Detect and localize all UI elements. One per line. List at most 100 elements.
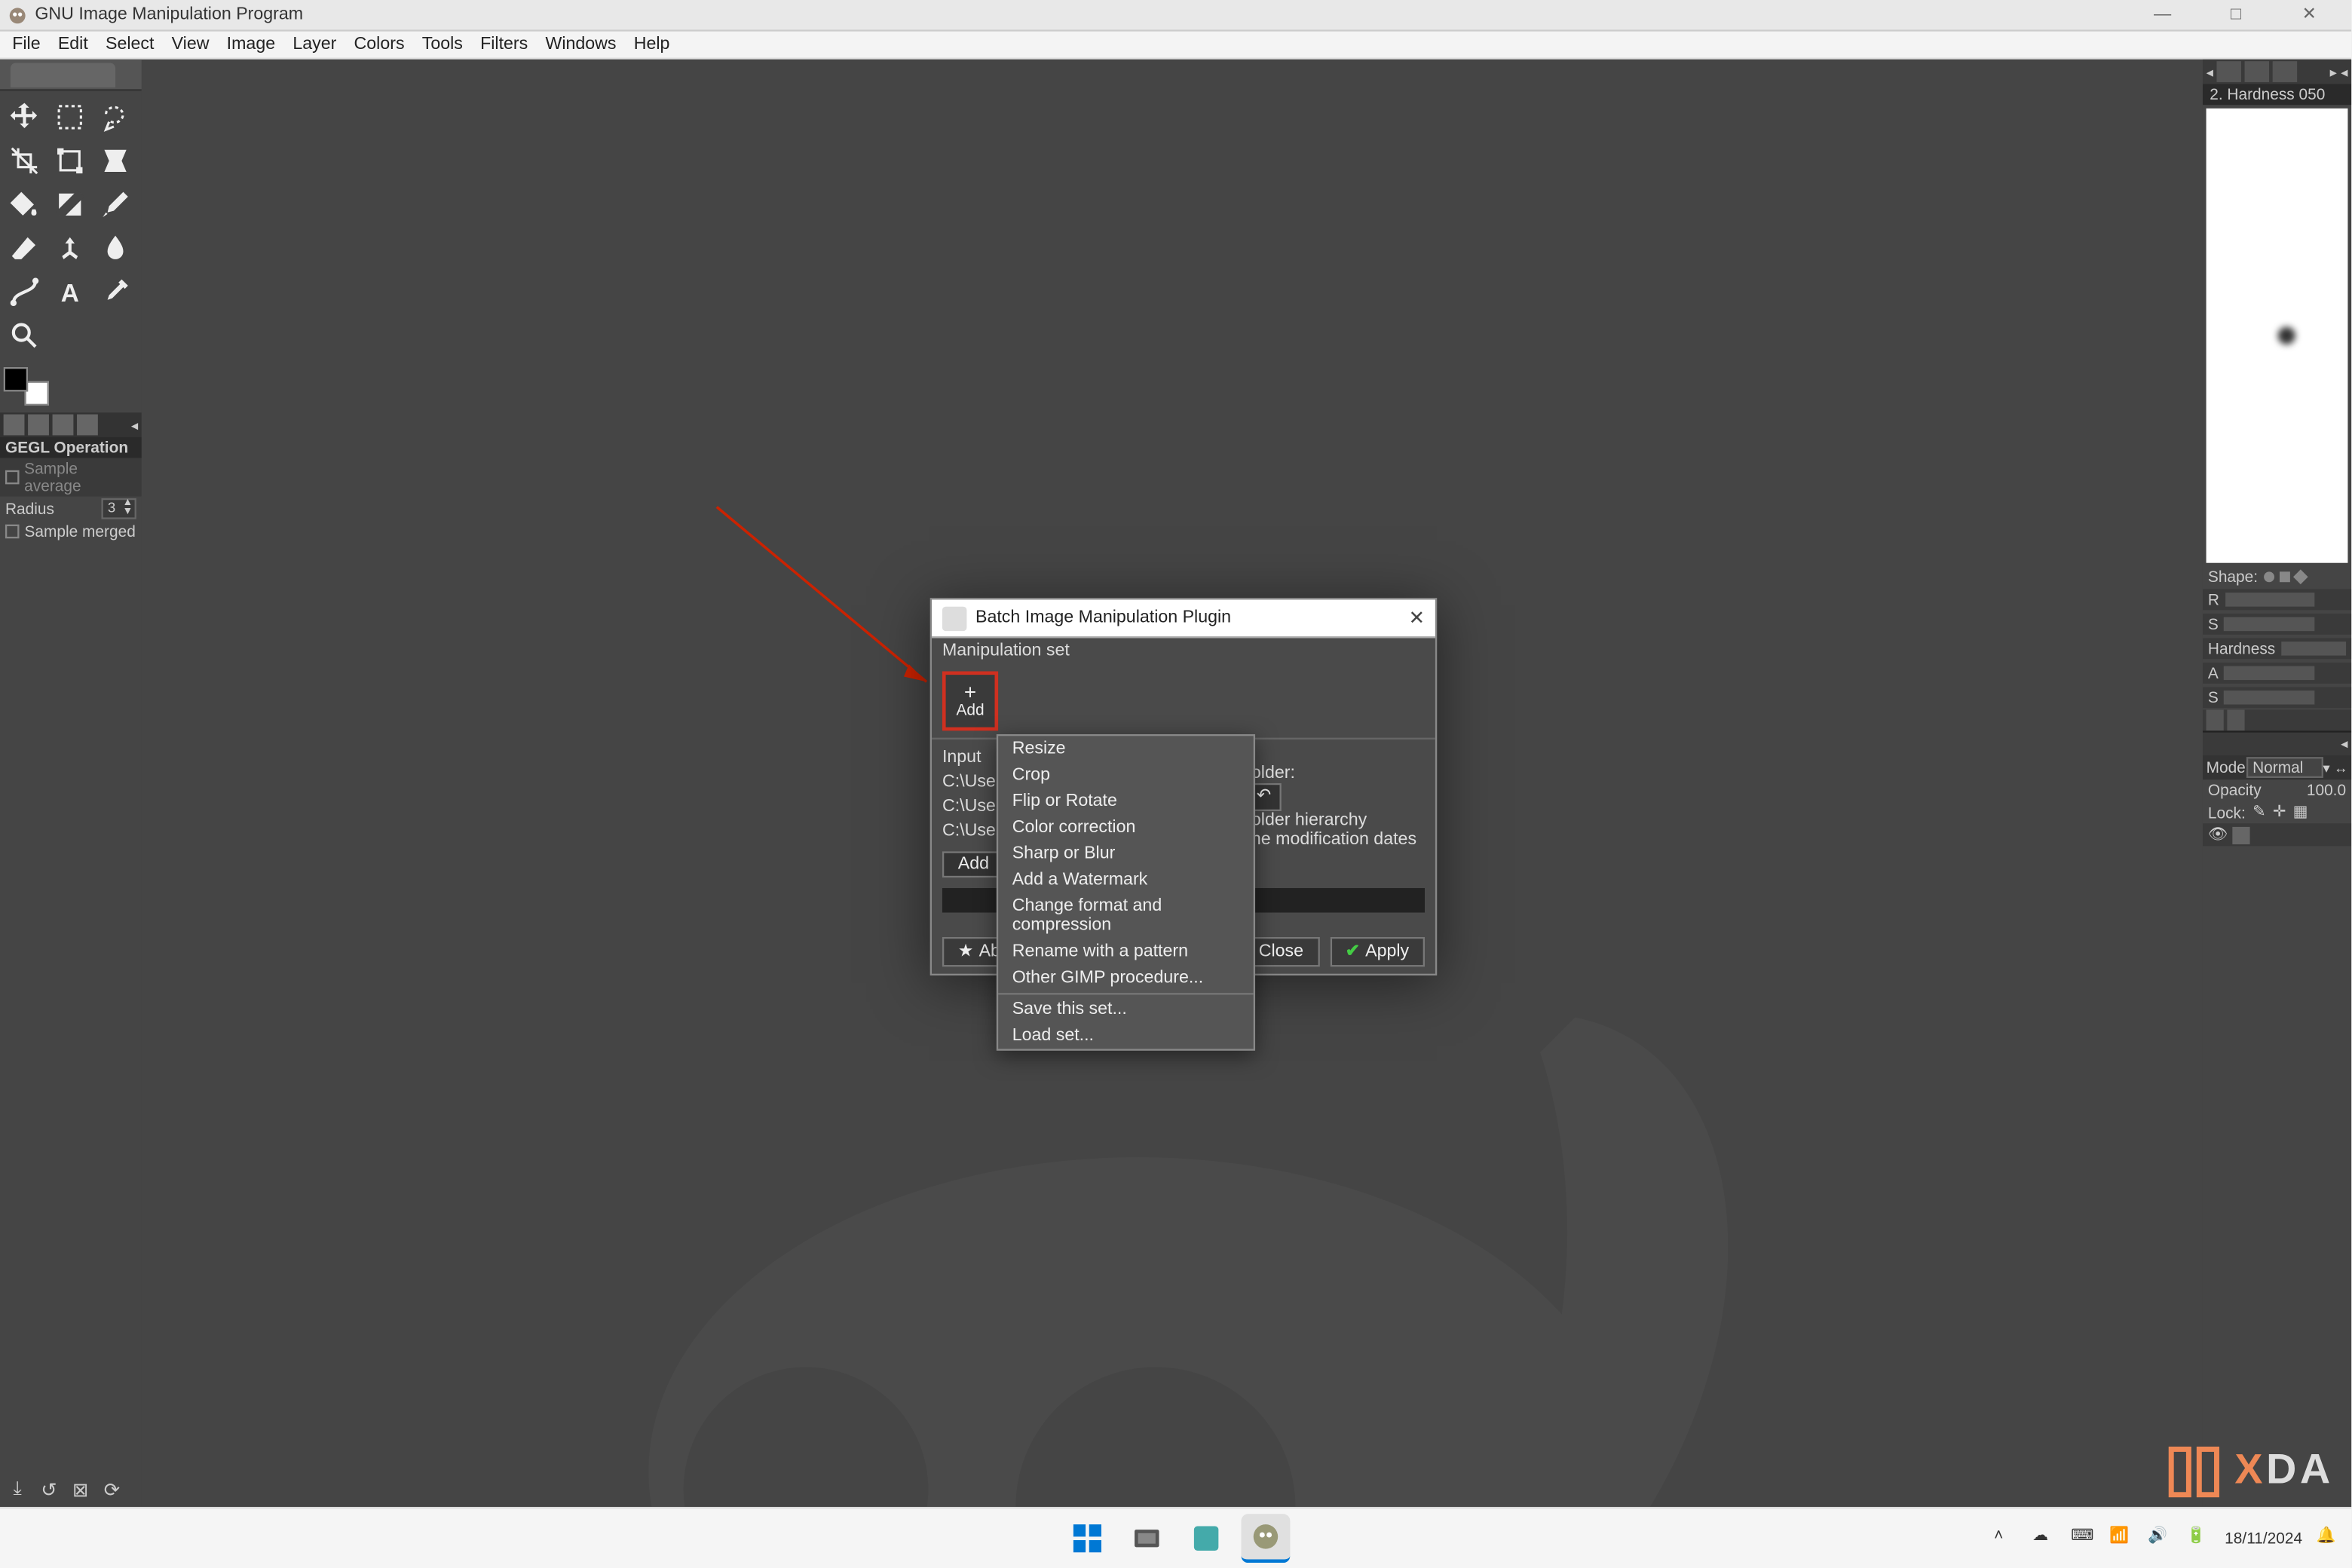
toolbox: A: [0, 91, 142, 360]
menu-layer[interactable]: Layer: [284, 35, 345, 54]
dialog-titlebar[interactable]: Batch Image Manipulation Plugin ✕: [932, 599, 1435, 638]
bg-color[interactable]: [24, 381, 48, 406]
menu-select[interactable]: Select: [96, 35, 163, 54]
layer-item[interactable]: 👁: [2203, 823, 2351, 846]
sample-merged-check[interactable]: [5, 525, 20, 539]
menu-flip-rotate[interactable]: Flip or Rotate: [998, 789, 1254, 815]
warp-tool[interactable]: [93, 138, 138, 182]
menu-windows[interactable]: Windows: [537, 35, 625, 54]
reset-options-icon[interactable]: ⟳: [100, 1478, 124, 1502]
tray-onedrive-icon[interactable]: ☁: [2032, 1526, 2056, 1550]
menu-rename[interactable]: Rename with a pattern: [998, 939, 1254, 965]
radius-label: Radius: [5, 500, 54, 517]
lock-pixels-icon[interactable]: ✎: [2252, 802, 2266, 822]
tray-chevron-icon[interactable]: ˄: [1994, 1526, 2018, 1550]
tray-language-icon[interactable]: ⌨: [2071, 1526, 2095, 1550]
window-title: GNU Image Manipulation Program: [35, 5, 2138, 25]
radius-spinbox[interactable]: 3 ▲▼: [101, 498, 136, 519]
taskbar-app-1[interactable]: [1181, 1514, 1230, 1563]
gimp-icon: [7, 5, 28, 26]
color-swatch[interactable]: [4, 367, 57, 406]
color-picker-tool[interactable]: [93, 269, 138, 313]
window-titlebar: GNU Image Manipulation Program — □ ✕: [0, 0, 2351, 32]
maximize-button[interactable]: □: [2212, 5, 2261, 25]
add-manipulation-menu: Resize Crop Flip or Rotate Color correct…: [997, 734, 1255, 1051]
sample-average-label: Sample average: [24, 460, 136, 495]
menu-color-correction[interactable]: Color correction: [998, 815, 1254, 841]
menu-help[interactable]: Help: [625, 35, 678, 54]
fg-color[interactable]: [4, 367, 28, 391]
tray-notifications-icon[interactable]: 🔔: [2317, 1526, 2341, 1550]
taskbar-gimp[interactable]: [1240, 1514, 1289, 1563]
menu-file[interactable]: File: [4, 35, 50, 54]
crop-tool[interactable]: [2, 138, 47, 182]
tray-volume-icon[interactable]: 🔊: [2148, 1526, 2172, 1550]
opacity-value[interactable]: 100.0: [2307, 782, 2346, 799]
menu-other-procedure[interactable]: Other GIMP procedure...: [998, 965, 1254, 991]
dialog-close-button[interactable]: ✕: [1409, 607, 1425, 629]
xda-watermark: XDA: [2167, 1446, 2334, 1499]
menu-view[interactable]: View: [163, 35, 218, 54]
layers-tabs[interactable]: ◂: [2203, 730, 2351, 755]
add-manipulation-button[interactable]: + Add: [942, 671, 998, 730]
dialog-title: Batch Image Manipulation Plugin: [975, 608, 1409, 628]
lock-position-icon[interactable]: ✛: [2273, 802, 2286, 822]
plus-icon: +: [964, 684, 976, 701]
free-select-tool[interactable]: [93, 94, 138, 138]
menu-tools[interactable]: Tools: [413, 35, 471, 54]
dialog-apply-btn[interactable]: ✔Apply: [1330, 937, 1425, 966]
minimize-button[interactable]: —: [2138, 5, 2187, 25]
add-images-button[interactable]: Add: [942, 851, 1005, 877]
blend-mode-select[interactable]: Normal: [2246, 757, 2323, 778]
move-tool[interactable]: [2, 94, 47, 138]
restore-options-icon[interactable]: ↺: [37, 1478, 61, 1502]
menu-image[interactable]: Image: [218, 35, 284, 54]
manipulation-set-label: Manipulation set: [932, 638, 1435, 664]
path-tool[interactable]: [2, 269, 47, 313]
start-button[interactable]: [1062, 1514, 1111, 1563]
menu-resize[interactable]: Resize: [998, 736, 1254, 762]
smudge-tool[interactable]: [93, 225, 138, 269]
menu-filters[interactable]: Filters: [472, 35, 537, 54]
paintbrush-tool[interactable]: [93, 182, 138, 225]
clone-tool[interactable]: [47, 225, 93, 269]
save-options-icon[interactable]: ⤓: [5, 1478, 29, 1502]
taskview-button[interactable]: [1122, 1514, 1171, 1563]
image-tab[interactable]: [11, 63, 115, 87]
transform-tool[interactable]: [47, 138, 93, 182]
tray-battery-icon[interactable]: 🔋: [2186, 1526, 2210, 1550]
menu-watermark[interactable]: Add a Watermark: [998, 867, 1254, 893]
brush-preview[interactable]: [2207, 109, 2348, 563]
sample-average-check[interactable]: [5, 470, 19, 485]
brush-label: 2. Hardness 050: [2203, 84, 2351, 105]
close-button[interactable]: ✕: [2285, 5, 2334, 25]
rect-select-tool[interactable]: [47, 94, 93, 138]
text-tool[interactable]: A: [47, 269, 93, 313]
right-dock-tabs[interactable]: ◂ ▸ ◂: [2203, 60, 2351, 84]
tool-options-header: GEGL Operation: [0, 437, 142, 458]
lock-alpha-icon[interactable]: ▦: [2293, 802, 2308, 822]
menu-load-set[interactable]: Load set...: [998, 1023, 1254, 1049]
tray-clock[interactable]: 18/11/2024: [2225, 1529, 2302, 1548]
zoom-tool[interactable]: [2, 313, 47, 357]
eraser-tool[interactable]: [2, 225, 47, 269]
shape-row[interactable]: Shape:: [2203, 566, 2351, 587]
menu-save-set[interactable]: Save this set...: [998, 997, 1254, 1023]
menu-format[interactable]: Change format and compression: [998, 893, 1254, 939]
menubar: File Edit Select View Image Layer Colors…: [0, 32, 2351, 60]
gradient-tool[interactable]: [47, 182, 93, 225]
menu-colors[interactable]: Colors: [345, 35, 413, 54]
sample-merged-label: Sample merged: [24, 522, 135, 540]
taskbar: ˄ ☁ ⌨ 📶 🔊 🔋 18/11/2024 🔔: [0, 1507, 2351, 1568]
dialog-icon: [942, 606, 966, 630]
menu-sharp-blur[interactable]: Sharp or Blur: [998, 841, 1254, 867]
menu-edit[interactable]: Edit: [49, 35, 96, 54]
tool-options: ◂ GEGL Operation Sample average Radius 3…: [0, 412, 142, 542]
visibility-icon[interactable]: 👁: [2208, 825, 2228, 845]
delete-options-icon[interactable]: ⊠: [68, 1478, 92, 1502]
tool-options-tabs[interactable]: ◂: [0, 412, 142, 436]
moddates-label: the modification dates: [1246, 831, 1425, 850]
tray-wifi-icon[interactable]: 📶: [2109, 1526, 2133, 1550]
bucket-fill-tool[interactable]: [2, 182, 47, 225]
menu-crop[interactable]: Crop: [998, 762, 1254, 789]
